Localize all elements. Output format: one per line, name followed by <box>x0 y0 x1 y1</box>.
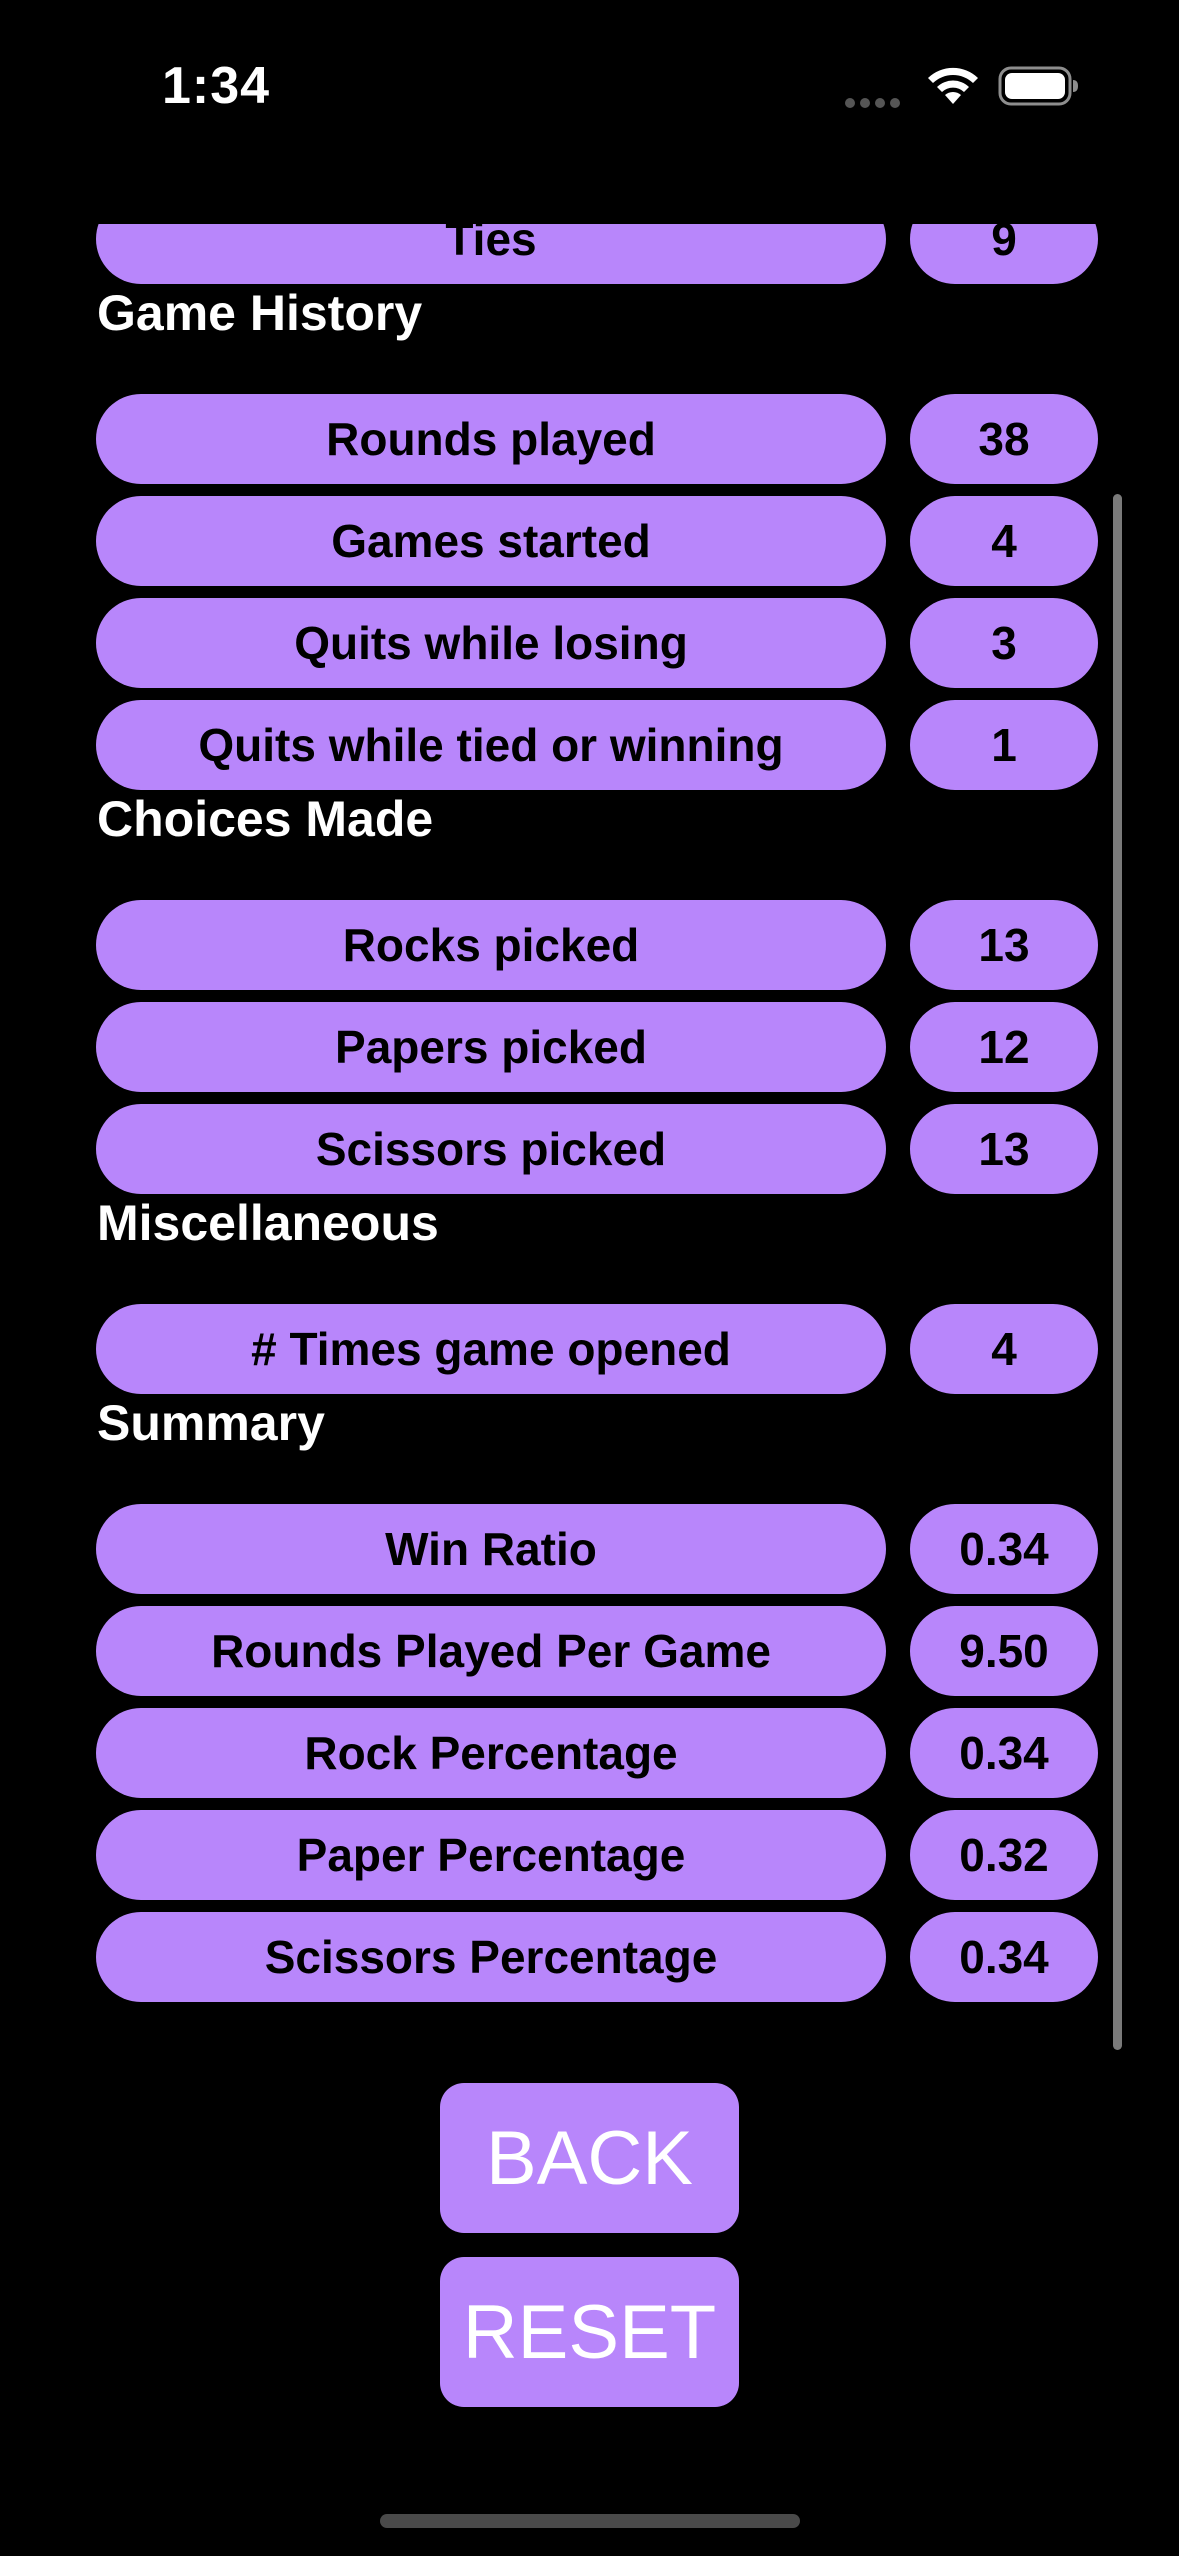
stat-label: Scissors picked <box>96 1104 886 1194</box>
stat-value: 9.50 <box>910 1606 1098 1696</box>
reset-button[interactable]: RESET <box>440 2257 739 2407</box>
stat-row-rounds-played-per-game: Rounds Played Per Game 9.50 <box>96 1606 1098 1696</box>
stat-label: Games started <box>96 496 886 586</box>
stat-label: Paper Percentage <box>96 1810 886 1900</box>
status-bar: 1:34 <box>0 0 1179 180</box>
stat-row-paper-percentage: Paper Percentage 0.32 <box>96 1810 1098 1900</box>
stat-label: Rounds Played Per Game <box>96 1606 886 1696</box>
stat-value: 1 <box>910 700 1098 790</box>
stat-label: Ties <box>96 224 886 284</box>
stat-row-rocks-picked: Rocks picked 13 <box>96 900 1098 990</box>
stat-value: 0.32 <box>910 1810 1098 1900</box>
section-heading-miscellaneous: Miscellaneous <box>97 1195 439 1251</box>
stat-label: Quits while losing <box>96 598 886 688</box>
stats-scroll-view[interactable]: Ties 9 Game History Rounds played 38 Gam… <box>0 224 1179 2044</box>
battery-icon <box>998 66 1078 106</box>
stat-row-rock-percentage: Rock Percentage 0.34 <box>96 1708 1098 1798</box>
signal-dots-icon <box>845 95 905 108</box>
stat-row-ties: Ties 9 <box>96 224 1098 284</box>
stat-value: 4 <box>910 1304 1098 1394</box>
section-heading-choices-made: Choices Made <box>97 791 434 847</box>
stat-row-games-started: Games started 4 <box>96 496 1098 586</box>
stat-row-scissors-percentage: Scissors Percentage 0.34 <box>96 1912 1098 2002</box>
stat-label: Win Ratio <box>96 1504 886 1594</box>
stat-value: 38 <box>910 394 1098 484</box>
scroll-indicator[interactable] <box>1113 494 1122 2050</box>
stat-row-papers-picked: Papers picked 12 <box>96 1002 1098 1092</box>
stat-label: Rocks picked <box>96 900 886 990</box>
stat-row-times-game-opened: # Times game opened 4 <box>96 1304 1098 1394</box>
stat-label: Scissors Percentage <box>96 1912 886 2002</box>
stat-value: 13 <box>910 900 1098 990</box>
stat-row-quits-while-tied-or-winning: Quits while tied or winning 1 <box>96 700 1098 790</box>
wifi-icon <box>928 67 978 104</box>
stat-label: Quits while tied or winning <box>96 700 886 790</box>
stat-value: 0.34 <box>910 1912 1098 2002</box>
section-heading-summary: Summary <box>97 1395 325 1451</box>
stat-value: 4 <box>910 496 1098 586</box>
status-time: 1:34 <box>162 57 271 115</box>
section-heading-game-history: Game History <box>97 285 423 341</box>
stat-value: 3 <box>910 598 1098 688</box>
stat-label: Papers picked <box>96 1002 886 1092</box>
stat-row-quits-while-losing: Quits while losing 3 <box>96 598 1098 688</box>
stat-value: 12 <box>910 1002 1098 1092</box>
stat-row-scissors-picked: Scissors picked 13 <box>96 1104 1098 1194</box>
back-button[interactable]: BACK <box>440 2083 739 2233</box>
stat-label: Rock Percentage <box>96 1708 886 1798</box>
stat-value: 0.34 <box>910 1708 1098 1798</box>
stat-value: 13 <box>910 1104 1098 1194</box>
home-indicator[interactable] <box>380 2514 800 2528</box>
stat-value: 0.34 <box>910 1504 1098 1594</box>
stat-label: # Times game opened <box>96 1304 886 1394</box>
stat-label: Rounds played <box>96 394 886 484</box>
stat-value: 9 <box>910 224 1098 284</box>
stat-row-rounds-played: Rounds played 38 <box>96 394 1098 484</box>
stat-row-win-ratio: Win Ratio 0.34 <box>96 1504 1098 1594</box>
